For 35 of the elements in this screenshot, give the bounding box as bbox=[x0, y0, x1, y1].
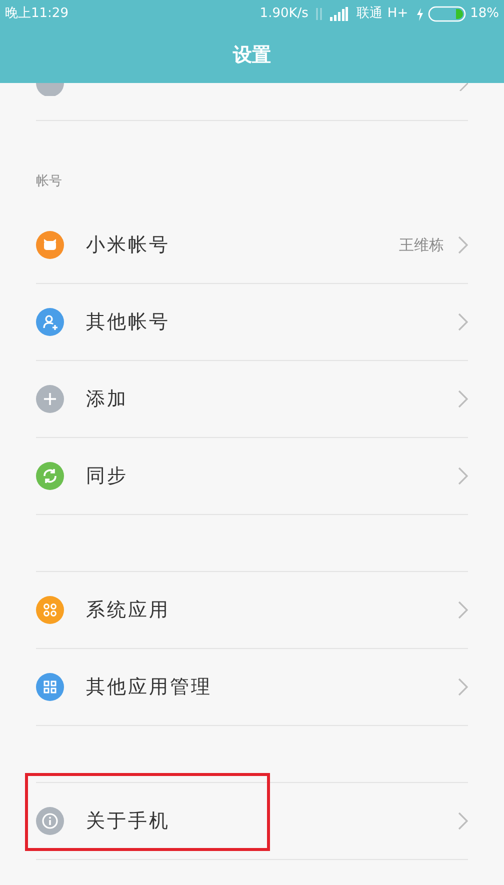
chevron-icon bbox=[458, 467, 468, 485]
chevron-icon bbox=[458, 390, 468, 408]
settings-item[interactable]: 小米帐号 王维栋 bbox=[36, 207, 468, 284]
item-label: 添加 bbox=[86, 386, 128, 412]
settings-item[interactable] bbox=[36, 83, 468, 121]
chevron-icon bbox=[459, 83, 468, 91]
item-label: 同步 bbox=[86, 464, 128, 489]
status-time: 晚上11:29 bbox=[5, 5, 68, 24]
settings-item[interactable]: 其他帐号 bbox=[36, 284, 468, 361]
network-type: H+ bbox=[387, 5, 408, 24]
chevron-icon bbox=[458, 812, 468, 830]
page-title: 设置 bbox=[233, 43, 271, 68]
item-label: 关于手机 bbox=[86, 808, 170, 834]
item-label: 其他帐号 bbox=[86, 310, 170, 335]
item-label: 系统应用 bbox=[86, 598, 170, 623]
signal-icon bbox=[330, 7, 348, 21]
item-label: 其他应用管理 bbox=[86, 674, 212, 700]
chevron-icon bbox=[458, 313, 468, 331]
chevron-icon bbox=[458, 601, 468, 619]
item-label: 小米帐号 bbox=[86, 232, 170, 258]
settings-item[interactable]: 关于手机 bbox=[36, 783, 468, 860]
data-arrows-icon bbox=[314, 7, 324, 21]
battery-icon bbox=[428, 6, 466, 22]
item-value: 王维栋 bbox=[399, 234, 444, 256]
section-header: 帐号 bbox=[36, 172, 62, 190]
network-speed: 1.90K/s bbox=[260, 5, 308, 24]
chevron-icon bbox=[458, 236, 468, 254]
settings-item[interactable]: 系统应用 bbox=[36, 572, 468, 649]
settings-item[interactable]: 其他应用管理 bbox=[36, 649, 468, 726]
charging-bolt-icon bbox=[416, 8, 424, 20]
battery-percent: 18% bbox=[470, 5, 499, 24]
settings-item[interactable]: 添加 bbox=[36, 361, 468, 438]
settings-item[interactable]: 同步 bbox=[36, 438, 468, 515]
carrier-name: 联通 bbox=[356, 5, 382, 24]
chevron-icon bbox=[458, 678, 468, 696]
